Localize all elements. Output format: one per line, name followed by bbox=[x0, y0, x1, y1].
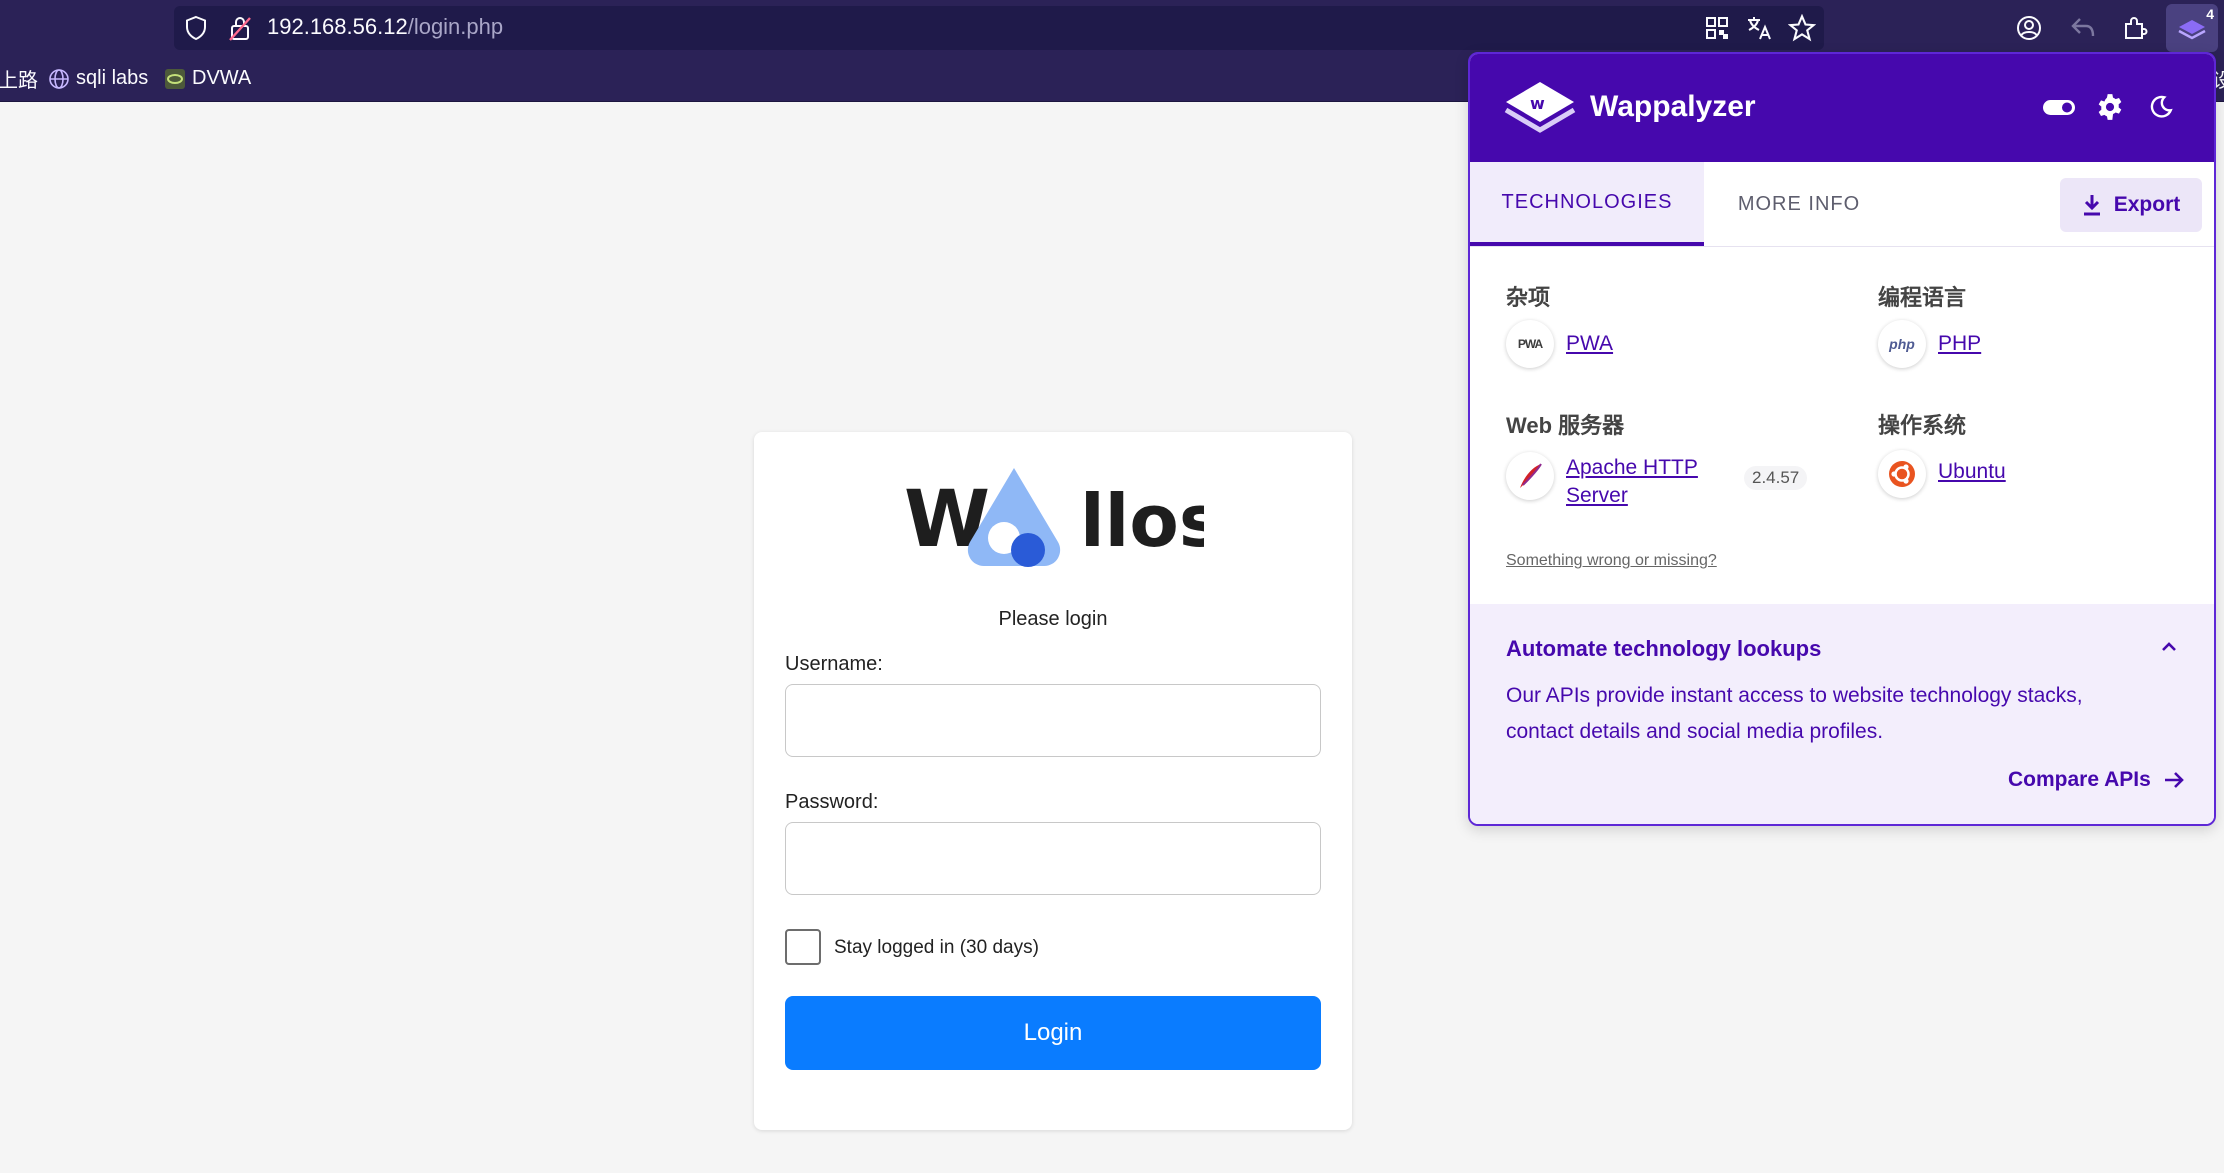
api-promo-panel: Automate technology lookups Our APIs pro… bbox=[1470, 604, 2214, 824]
wappalyzer-extension-icon bbox=[2178, 20, 2206, 40]
login-card: W llos Please login Username: Password: … bbox=[754, 432, 1352, 1130]
settings-gear-icon[interactable] bbox=[2096, 92, 2124, 122]
category-title: 操作系统 bbox=[1878, 413, 1967, 438]
username-input[interactable] bbox=[785, 684, 1321, 757]
login-button[interactable]: Login bbox=[785, 996, 1321, 1070]
category-title: Web 服务器 bbox=[1506, 413, 1625, 438]
bookmark-dvwa[interactable]: DVWA bbox=[164, 56, 251, 101]
bookmark-sqli-labs[interactable]: sqli labs bbox=[48, 56, 148, 101]
category-title: 杂项 bbox=[1506, 285, 1551, 310]
dark-mode-moon-icon[interactable] bbox=[2148, 92, 2174, 122]
wappalyzer-extension-button[interactable]: 4 bbox=[2166, 4, 2218, 52]
wappalyzer-popup: w Wappalyzer TECHNOLOGIES MORE INFO Expo… bbox=[1468, 52, 2216, 826]
url-text[interactable]: 192.168.56.12/login.php bbox=[267, 14, 503, 40]
toggle-switch-icon[interactable] bbox=[2042, 92, 2076, 122]
svg-text:w: w bbox=[1530, 94, 1545, 113]
stay-logged-in-label: Stay logged in (30 days) bbox=[834, 937, 1039, 958]
version-badge: 2.4.57 bbox=[1744, 466, 1808, 490]
php-icon: php bbox=[1878, 320, 1926, 368]
tech-link-pwa[interactable]: PWA bbox=[1566, 330, 1613, 358]
translate-icon[interactable] bbox=[1746, 15, 1772, 41]
dvwa-favicon bbox=[164, 68, 186, 90]
svg-text:llos: llos bbox=[1080, 479, 1204, 563]
back-arrow-icon[interactable] bbox=[2070, 16, 2096, 40]
wappalyzer-logo-icon: w bbox=[1504, 80, 1576, 141]
wappalyzer-tabs: TECHNOLOGIES MORE INFO Export bbox=[1470, 162, 2214, 247]
bookmark-star-icon[interactable] bbox=[1788, 14, 1816, 42]
arrow-right-icon bbox=[2163, 770, 2185, 790]
password-input[interactable] bbox=[785, 822, 1321, 895]
tech-link-php[interactable]: PHP bbox=[1938, 330, 1981, 358]
promo-title: Automate technology lookups bbox=[1506, 636, 1822, 661]
tab-more-info[interactable]: MORE INFO bbox=[1704, 162, 1894, 246]
login-heading: Please login bbox=[998, 608, 1108, 630]
chevron-up-icon[interactable] bbox=[2160, 640, 2178, 654]
tech-link-apache[interactable]: Apache HTTP Server bbox=[1566, 454, 1698, 510]
feedback-link[interactable]: Something wrong or missing? bbox=[1506, 552, 1717, 570]
password-label: Password: bbox=[785, 791, 879, 813]
account-icon[interactable] bbox=[2016, 15, 2042, 41]
browser-toolbar: 192.168.56.12/login.php 4 bbox=[0, 0, 2224, 56]
apache-feather-icon bbox=[1506, 452, 1554, 500]
bookmark-item[interactable]: 上路 bbox=[0, 56, 38, 101]
wallos-logo: W llos bbox=[904, 462, 1222, 572]
insecure-lock-icon[interactable] bbox=[228, 14, 252, 42]
wappalyzer-brand: Wappalyzer bbox=[1590, 90, 1756, 123]
qr-code-icon[interactable] bbox=[1705, 16, 1729, 40]
ubuntu-icon bbox=[1878, 450, 1926, 498]
wappalyzer-header: w Wappalyzer bbox=[1470, 54, 2214, 162]
tracking-shield-icon[interactable] bbox=[184, 15, 208, 41]
pwa-icon: PWA bbox=[1506, 320, 1554, 368]
extensions-puzzle-icon[interactable] bbox=[2122, 14, 2148, 42]
promo-text: Our APIs provide instant access to websi… bbox=[1506, 684, 2083, 743]
download-icon bbox=[2082, 193, 2102, 217]
tab-technologies[interactable]: TECHNOLOGIES bbox=[1470, 162, 1704, 246]
compare-apis-link[interactable]: Compare APIs bbox=[2008, 768, 2185, 792]
category-title: 编程语言 bbox=[1878, 285, 1967, 310]
stay-logged-in-checkbox[interactable] bbox=[785, 929, 821, 965]
username-label: Username: bbox=[785, 653, 883, 675]
extension-count-badge: 4 bbox=[2206, 6, 2214, 22]
globe-icon bbox=[48, 68, 70, 90]
export-button[interactable]: Export bbox=[2060, 178, 2202, 232]
tech-link-ubuntu[interactable]: Ubuntu bbox=[1938, 458, 2006, 486]
